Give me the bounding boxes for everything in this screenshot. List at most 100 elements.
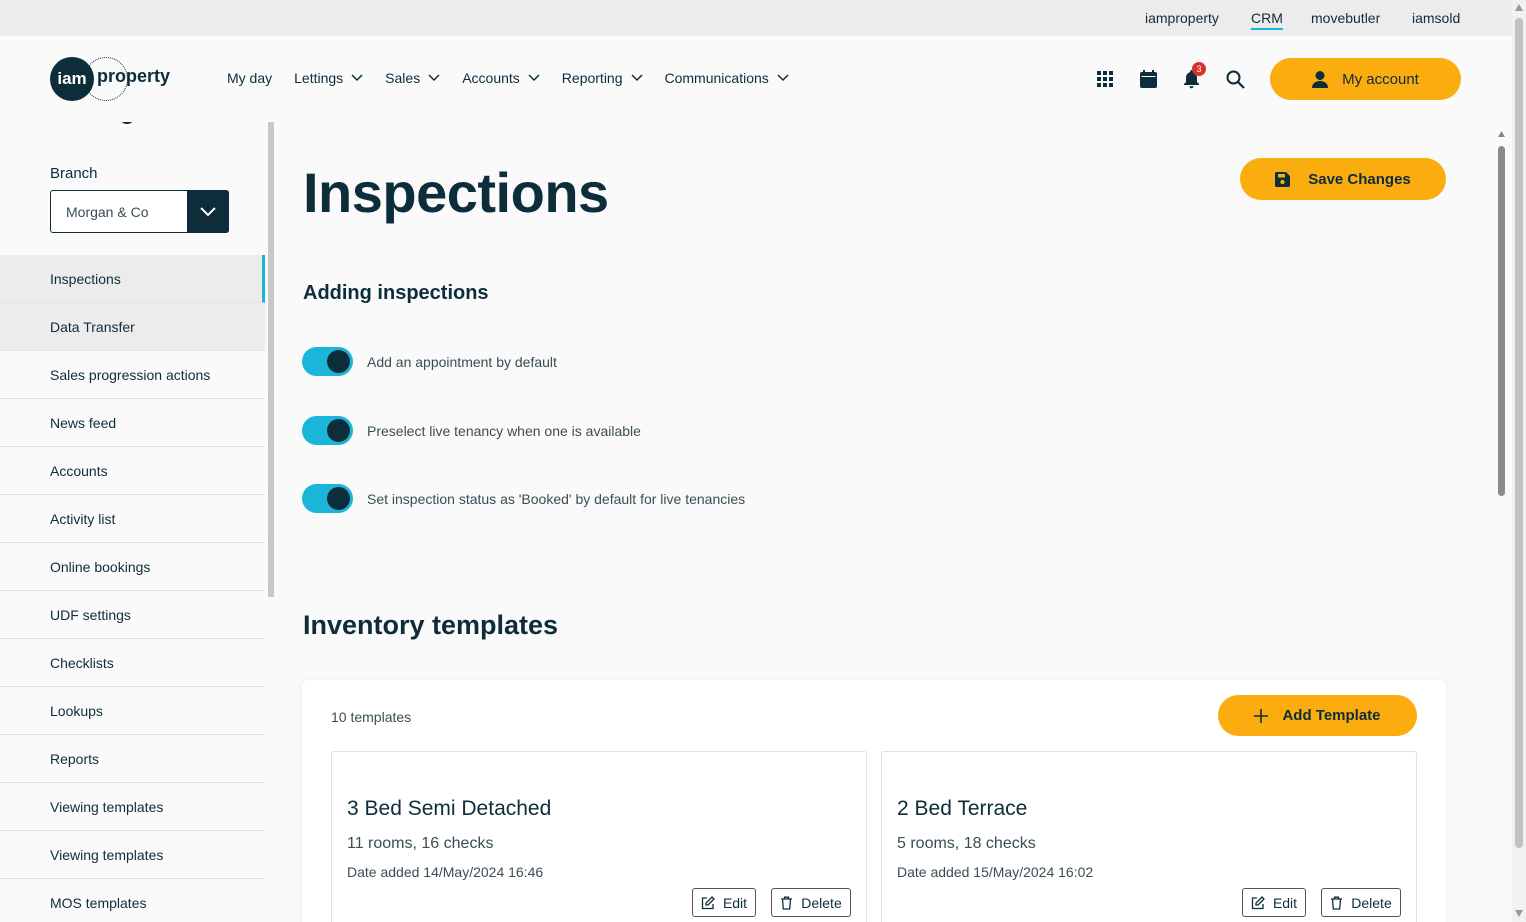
iamproperty-logo[interactable]: iam property <box>50 56 180 102</box>
nav-my-day[interactable]: My day <box>227 70 272 86</box>
toggle-label: Preselect live tenancy when one is avail… <box>367 422 641 439</box>
product-link-crm[interactable]: CRM <box>1251 10 1283 30</box>
trash-icon <box>1331 896 1343 910</box>
page-scrollbar[interactable] <box>1512 0 1526 922</box>
nav-sales[interactable]: Sales <box>385 70 440 86</box>
nav-label: Accounts <box>462 70 520 86</box>
delete-label: Delete <box>1351 894 1392 911</box>
save-changes-button[interactable]: Save Changes <box>1240 158 1446 200</box>
sidebar-item-label: Reports <box>50 750 100 767</box>
my-account-button[interactable]: My account <box>1270 58 1461 100</box>
sidebar-item-reports[interactable]: Reports <box>0 735 265 783</box>
logo-word: property <box>97 66 171 86</box>
scroll-down-arrow-icon[interactable] <box>1515 910 1523 917</box>
branch-select-value: Morgan & Co <box>66 204 149 220</box>
sidebar-item-inspections[interactable]: Inspections <box>0 255 265 303</box>
apps-grid-icon[interactable] <box>1094 68 1116 90</box>
search-icon[interactable] <box>1224 68 1246 90</box>
toggle-knob <box>327 419 350 442</box>
product-link-iamsold[interactable]: iamsold <box>1412 10 1460 26</box>
product-link-iamproperty[interactable]: iamproperty <box>1145 10 1219 26</box>
scroll-up-arrow-icon[interactable] <box>1497 130 1506 138</box>
delete-template-button[interactable]: Delete <box>771 888 851 917</box>
template-meta: 5 rooms, 18 checks <box>897 835 1036 852</box>
edit-label: Edit <box>722 894 748 911</box>
scroll-up-arrow-icon[interactable] <box>1515 4 1523 11</box>
sidebar-item-online-bookings[interactable]: Online bookings <box>0 543 265 591</box>
toggle-label: Add an appointment by default <box>367 353 557 370</box>
sidebar-item-news-feed[interactable]: News feed <box>0 399 265 447</box>
top-product-bar: iamproperty CRM movebutler iamsold <box>0 0 1512 36</box>
save-changes-label: Save Changes <box>1308 170 1411 188</box>
chevron-down-icon <box>528 74 540 82</box>
template-name: 3 Bed Semi Detached <box>347 797 552 820</box>
plus-icon <box>1254 708 1269 723</box>
add-appointment-toggle[interactable] <box>302 347 353 376</box>
sidebar-item-lookups[interactable]: Lookups <box>0 687 265 735</box>
sidebar-item-label: Sales progression actions <box>50 366 211 383</box>
sidebar-item-viewing-templates-2[interactable]: Viewing templates <box>0 831 265 879</box>
sidebar-item-label: Accounts <box>50 462 108 479</box>
sidebar-item-label: Activity list <box>50 510 116 527</box>
chevron-down-icon <box>777 74 789 82</box>
edit-label: Edit <box>1272 894 1298 911</box>
product-link-movebutler[interactable]: movebutler <box>1311 10 1380 26</box>
sidebar-item-viewing-templates[interactable]: Viewing templates <box>0 783 265 831</box>
nav-communications[interactable]: Communications <box>665 70 789 86</box>
add-template-button[interactable]: Add Template <box>1218 695 1417 736</box>
preselect-tenancy-toggle[interactable] <box>302 416 353 445</box>
nav-lettings[interactable]: Lettings <box>294 70 363 86</box>
content-scrollbar-thumb[interactable] <box>1498 146 1505 496</box>
sidebar-item-label: Online bookings <box>50 558 151 575</box>
branch-select-toggle[interactable] <box>187 190 229 233</box>
my-account-label: My account <box>1342 70 1419 88</box>
bell-icon[interactable]: 3 <box>1180 62 1206 90</box>
template-meta: 11 rooms, 16 checks <box>347 835 494 852</box>
page-title: Inspections <box>303 161 609 224</box>
template-card: 2 Bed Terrace 5 rooms, 18 checks Date ad… <box>881 751 1417 922</box>
main-content: Inspections Save Changes Adding inspecti… <box>274 122 1498 922</box>
sidebar-item-label: Viewing templates <box>50 798 164 815</box>
floppy-disk-icon <box>1275 171 1291 187</box>
sidebar-item-mos-templates[interactable]: MOS templates <box>0 879 265 922</box>
sidebar-item-sales-progression-actions[interactable]: Sales progression actions <box>0 351 265 399</box>
settings-sidebar: Branch Morgan & Co Inspections Data Tran… <box>0 122 265 922</box>
adding-inspections-heading: Adding inspections <box>303 282 489 304</box>
notification-badge: 3 <box>1192 62 1206 76</box>
nav-reporting[interactable]: Reporting <box>562 70 643 86</box>
sidebar-item-udf-settings[interactable]: UDF settings <box>0 591 265 639</box>
sidebar-item-label: Inspections <box>50 270 121 287</box>
calendar-icon[interactable] <box>1137 68 1159 90</box>
chevron-down-icon <box>351 74 363 82</box>
nav-label: My day <box>227 70 273 86</box>
booked-status-toggle[interactable] <box>302 484 353 513</box>
inventory-templates-panel: 10 templates Add Template 3 Bed Semi Det… <box>302 680 1446 922</box>
inventory-templates-heading: Inventory templates <box>303 610 559 640</box>
edit-template-button[interactable]: Edit <box>692 888 756 917</box>
logo-circle: iam <box>50 57 94 101</box>
sidebar-item-accounts[interactable]: Accounts <box>0 447 265 495</box>
branch-select[interactable]: Morgan & Co <box>50 190 229 233</box>
delete-template-button[interactable]: Delete <box>1321 888 1401 917</box>
sidebar-item-label: News feed <box>50 414 117 431</box>
toggle-knob <box>327 487 350 510</box>
sidebar-item-activity-list[interactable]: Activity list <box>0 495 265 543</box>
toggle-label: Set inspection status as 'Booked' by def… <box>367 490 746 507</box>
content-scrollbar[interactable] <box>1496 130 1506 922</box>
sidebar-item-label: Viewing templates <box>50 846 164 863</box>
main-header: iam property My day Lettings Sales Accou… <box>0 36 1512 122</box>
toggle-knob <box>327 350 350 373</box>
nav-label: Lettings <box>294 70 344 86</box>
edit-template-button[interactable]: Edit <box>1242 888 1306 917</box>
branch-label: Branch <box>50 165 98 182</box>
sidebar-item-data-transfer[interactable]: Data Transfer <box>0 303 265 351</box>
sidebar-item-checklists[interactable]: Checklists <box>0 639 265 687</box>
toggle-row-booked-status: Set inspection status as 'Booked' by def… <box>302 484 745 513</box>
delete-label: Delete <box>801 894 842 911</box>
nav-accounts[interactable]: Accounts <box>462 70 540 86</box>
sidebar-item-label: UDF settings <box>50 606 131 623</box>
template-count: 10 templates <box>331 709 412 725</box>
page-scrollbar-thumb[interactable] <box>1515 18 1523 848</box>
template-name: 2 Bed Terrace <box>897 797 1028 820</box>
add-template-label: Add Template <box>1282 707 1381 724</box>
